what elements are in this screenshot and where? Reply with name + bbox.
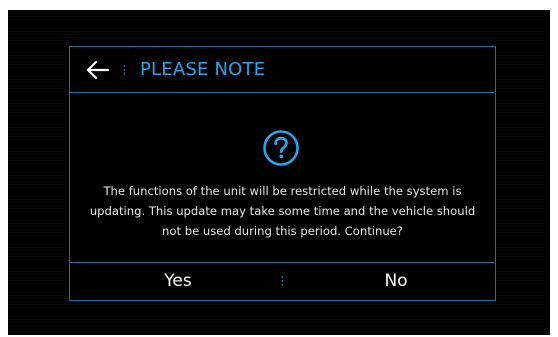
screen: ⁝ PLEASE NOTE The functions of the unit … bbox=[8, 10, 550, 335]
dialog-header: ⁝ PLEASE NOTE bbox=[70, 47, 495, 93]
footer-separator: ⁝ bbox=[280, 272, 285, 290]
please-note-dialog: ⁝ PLEASE NOTE The functions of the unit … bbox=[69, 46, 496, 301]
header-separator: ⁝ bbox=[122, 61, 127, 79]
arrow-left-icon bbox=[86, 60, 110, 80]
dialog-title: PLEASE NOTE bbox=[140, 59, 266, 80]
no-button[interactable]: No bbox=[296, 263, 496, 300]
question-mark-circle-icon bbox=[263, 130, 299, 166]
yes-button[interactable]: Yes bbox=[78, 263, 278, 300]
back-button[interactable] bbox=[84, 57, 112, 83]
dialog-footer: Yes ⁝ No bbox=[70, 262, 495, 300]
dialog-message: The functions of the unit will be restri… bbox=[89, 184, 476, 238]
